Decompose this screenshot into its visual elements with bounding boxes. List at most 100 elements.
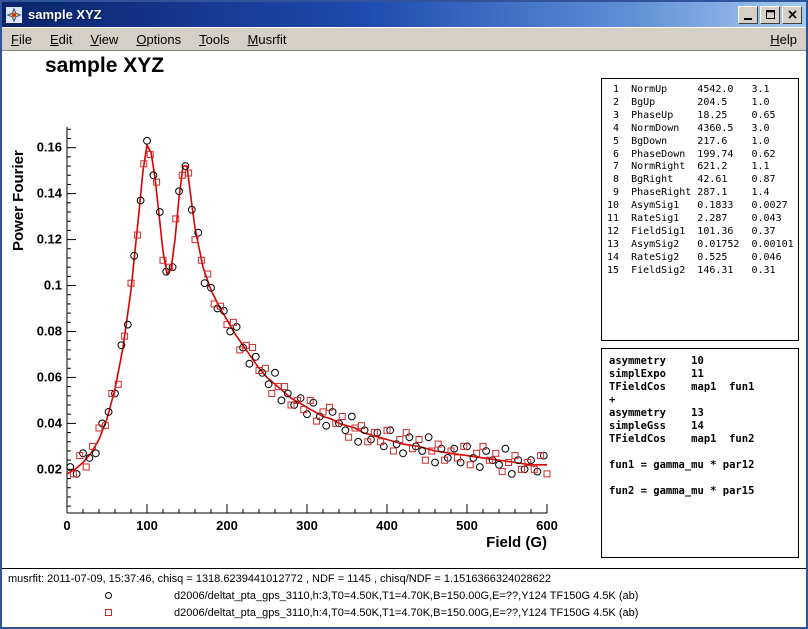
param-row: 10 AsymSig1 0.1833 0.0027 xyxy=(607,200,798,213)
param-row: 13 AsymSig2 0.01752 0.00101 xyxy=(607,239,798,252)
x-axis-title: Field (G) xyxy=(486,534,547,551)
data-point-circle xyxy=(348,413,355,420)
close-button[interactable] xyxy=(782,6,802,24)
data-point-square xyxy=(480,443,486,449)
theory-line: asymmetry 13 xyxy=(609,407,798,420)
data-point-circle xyxy=(425,434,432,441)
theory-box[interactable]: asymmetry 10simplExpo 11TFieldCos map1 f… xyxy=(601,348,799,558)
data-point-square xyxy=(416,437,422,443)
minimize-button[interactable] xyxy=(738,6,758,24)
x-tick-label: 100 xyxy=(136,518,158,533)
param-row: 15 FieldSig2 146.31 0.31 xyxy=(607,265,798,278)
data-point-circle xyxy=(252,353,259,360)
theory-line: asymmetry 10 xyxy=(609,355,798,368)
y-tick-label: 0.14 xyxy=(37,186,63,201)
circle-marker-icon xyxy=(105,592,112,599)
param-row: 11 RateSig1 2.287 0.043 xyxy=(607,213,798,226)
data-point-square xyxy=(83,464,89,470)
plot-canvas[interactable]: 01002003004005006000.020.040.060.080.10.… xyxy=(2,51,602,568)
y-tick-label: 0.16 xyxy=(37,140,62,155)
data-point-square xyxy=(403,430,409,436)
theory-line xyxy=(609,472,798,485)
data-point-square xyxy=(390,448,396,454)
data-point-circle xyxy=(246,360,253,367)
maximize-button[interactable] xyxy=(760,6,780,24)
data-point-square xyxy=(454,455,460,461)
x-tick-label: 200 xyxy=(216,518,238,533)
data-point-square xyxy=(326,404,332,410)
theory-line: TFieldCos map1 fun2 xyxy=(609,433,798,446)
data-point-circle xyxy=(227,328,234,335)
square-marker-icon xyxy=(105,609,112,616)
titlebar[interactable]: sample XYZ xyxy=(2,2,806,27)
y-tick-label: 0.06 xyxy=(37,369,62,384)
data-point-circle xyxy=(150,172,157,179)
y-tick-label: 0.02 xyxy=(37,461,62,476)
legend-row: d2006/deltat_pta_gps_3110,h:4,T0=4.50K,T… xyxy=(2,606,806,623)
theory-line: + xyxy=(609,394,798,407)
param-row: 9 PhaseRight 287.1 1.4 xyxy=(607,187,798,200)
x-tick-label: 400 xyxy=(376,518,398,533)
legend-row: d2006/deltat_pta_gps_3110,h:3,T0=4.50K,T… xyxy=(2,589,806,606)
x-tick-label: 300 xyxy=(296,518,318,533)
param-row: 6 PhaseDown 199.74 0.62 xyxy=(607,149,798,162)
data-point-circle xyxy=(201,280,208,287)
param-row: 8 BgRight 42.61 0.87 xyxy=(607,174,798,187)
menu-tools[interactable]: Tools xyxy=(190,29,238,50)
menubar: File Edit View Options Tools Musrfit Hel… xyxy=(2,27,806,51)
data-point-square xyxy=(230,319,236,325)
app-icon xyxy=(6,7,22,23)
data-point-square xyxy=(358,423,364,429)
theory-line: fun1 = gamma_mu * par12 xyxy=(609,459,798,472)
legend-label: d2006/deltat_pta_gps_3110,h:3,T0=4.50K,T… xyxy=(174,590,638,602)
data-point-circle xyxy=(508,471,515,478)
menu-edit[interactable]: Edit xyxy=(41,29,81,50)
data-point-circle xyxy=(323,422,330,429)
x-tick-label: 0 xyxy=(63,518,70,533)
theory-line: simpleGss 14 xyxy=(609,420,798,433)
fit-curve-line xyxy=(67,145,547,474)
data-point-square xyxy=(96,425,102,431)
close-icon xyxy=(788,10,797,19)
param-row: 14 RateSig2 0.525 0.046 xyxy=(607,252,798,265)
data-point-circle xyxy=(342,427,349,434)
data-point-circle xyxy=(502,445,509,452)
legend-label: d2006/deltat_pta_gps_3110,h:4,T0=4.50K,T… xyxy=(174,607,638,619)
data-point-square xyxy=(512,453,518,459)
theory-line: TFieldCos map1 fun1 xyxy=(609,381,798,394)
data-point-circle xyxy=(400,450,407,457)
y-tick-label: 0.08 xyxy=(37,323,62,338)
data-point-square xyxy=(544,471,550,477)
data-point-square xyxy=(435,441,441,447)
statusbar: musrfit: 2011-07-09, 15:37:46, chisq = 1… xyxy=(2,568,806,627)
legend: d2006/deltat_pta_gps_3110,h:3,T0=4.50K,T… xyxy=(2,589,806,623)
data-point-circle xyxy=(432,459,439,466)
data-point-square xyxy=(422,457,428,463)
x-tick-label: 500 xyxy=(456,518,478,533)
data-point-square xyxy=(262,365,268,371)
data-point-square xyxy=(397,437,403,443)
param-row: 3 PhaseUp 18.25 0.65 xyxy=(607,110,798,123)
menu-musrfit[interactable]: Musrfit xyxy=(239,29,296,50)
data-point-square xyxy=(378,439,384,445)
data-point-square xyxy=(346,434,352,440)
canvas-area: sample XYZ 01002003004005006000.020.040.… xyxy=(2,51,806,568)
data-point-square xyxy=(250,345,256,351)
root-logo-icon xyxy=(6,7,22,23)
menu-options[interactable]: Options xyxy=(127,29,190,50)
menu-view[interactable]: View xyxy=(81,29,127,50)
param-row: 2 BgUp 204.5 1.0 xyxy=(607,97,798,110)
app-window: sample XYZ File Edit View Options Tools … xyxy=(0,0,808,629)
x-tick-label: 600 xyxy=(536,518,558,533)
data-point-circle xyxy=(144,137,151,144)
menu-file[interactable]: File xyxy=(2,29,41,50)
y-tick-label: 0.1 xyxy=(44,278,62,293)
param-row: 1 NormUp 4542.0 3.1 xyxy=(607,84,798,97)
theory-line: fun2 = gamma_mu * par15 xyxy=(609,485,798,498)
data-point-circle xyxy=(272,369,279,376)
window-title: sample XYZ xyxy=(28,7,738,22)
fit-parameters-box[interactable]: 1 NormUp 4542.0 3.1 2 BgUp 204.5 1.0 3 P… xyxy=(601,78,799,341)
menu-help[interactable]: Help xyxy=(761,29,806,50)
maximize-icon xyxy=(766,10,775,19)
data-point-circle xyxy=(265,381,272,388)
